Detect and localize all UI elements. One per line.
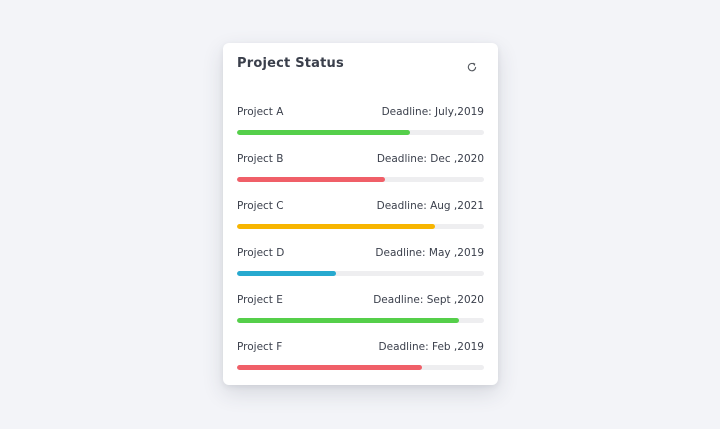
progress-track: [237, 318, 484, 323]
progress-fill: [237, 130, 410, 135]
progress-fill: [237, 177, 386, 182]
project-item: Project D Deadline: May ,2019: [237, 247, 484, 294]
progress-track: [237, 271, 484, 276]
progress-fill: [237, 224, 435, 229]
project-deadline: Deadline: July,2019: [381, 106, 484, 118]
project-deadline: Deadline: Feb ,2019: [378, 341, 484, 353]
project-name: Project E: [237, 294, 283, 306]
project-item: Project F Deadline: Feb ,2019: [237, 341, 484, 388]
project-name: Project F: [237, 341, 283, 353]
project-name: Project A: [237, 106, 284, 118]
refresh-icon: [466, 61, 478, 73]
project-list: Project A Deadline: July,2019 Project B …: [237, 106, 484, 388]
project-deadline: Deadline: Dec ,2020: [376, 153, 484, 165]
project-name: Project B: [237, 153, 284, 165]
project-name: Project D: [237, 247, 285, 259]
progress-fill: [237, 271, 336, 276]
card-title: Project Status: [237, 56, 344, 71]
progress-track: [237, 177, 484, 182]
card-header: Project Status: [237, 43, 484, 106]
progress-track: [237, 365, 484, 370]
progress-fill: [237, 318, 460, 323]
refresh-button[interactable]: [464, 59, 480, 75]
project-item: Project C Deadline: Aug ,2021: [237, 200, 484, 247]
progress-fill: [237, 365, 423, 370]
project-deadline: Deadline: May ,2019: [375, 247, 484, 259]
progress-track: [237, 130, 484, 135]
project-item: Project B Deadline: Dec ,2020: [237, 153, 484, 200]
progress-track: [237, 224, 484, 229]
project-item: Project A Deadline: July,2019: [237, 106, 484, 153]
project-item: Project E Deadline: Sept ,2020: [237, 294, 484, 341]
project-deadline: Deadline: Sept ,2020: [373, 294, 484, 306]
project-status-card: Project Status Project A Deadline: July,…: [223, 43, 498, 385]
project-deadline: Deadline: Aug ,2021: [376, 200, 484, 212]
project-name: Project C: [237, 200, 284, 212]
